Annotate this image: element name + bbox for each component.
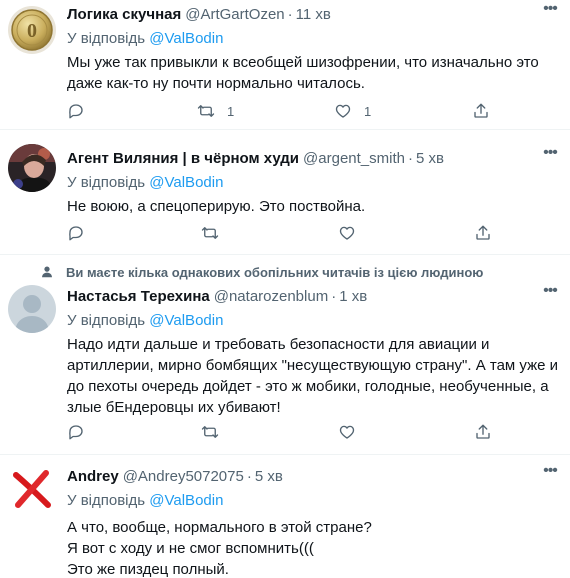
separator-dot: ·	[331, 288, 337, 305]
profile-photo-image	[8, 144, 56, 192]
reply-context: У відповідь @ValBodin	[67, 491, 560, 511]
timestamp[interactable]: 1 хв	[339, 287, 367, 307]
heart-icon	[339, 425, 355, 439]
reply-prefix: У відповідь	[67, 312, 146, 329]
person-icon	[42, 266, 52, 278]
reply-bubble-icon	[69, 104, 83, 119]
social-context-text: Ви маєте кілька однакових обопільних чит…	[66, 264, 484, 280]
author-handle[interactable]: @ArtGartOzen	[185, 5, 284, 25]
reply-button[interactable]	[67, 99, 85, 123]
author-handle[interactable]: @argent_smith	[303, 149, 405, 169]
more-dots-icon[interactable]: •••	[540, 145, 560, 167]
share-icon	[476, 225, 490, 240]
author-name[interactable]: Агент Виляния | в чёрном худи	[67, 149, 299, 169]
reply-prefix: У відповідь	[67, 492, 146, 509]
reply-prefix: У відповідь	[67, 174, 146, 191]
heart-icon	[339, 226, 355, 240]
tweet-text-line: Это же пиздец полный.	[67, 561, 229, 578]
tweet-text-line: даже как-то ну почти нормально читалось.	[67, 75, 365, 92]
tweet-text-line: А что, вообще, нормального в этой стране…	[67, 519, 372, 536]
coin-avatar-image: 0	[8, 6, 56, 54]
reply-prefix: У відповідь	[67, 30, 146, 47]
retweet-button[interactable]	[201, 420, 219, 444]
separator-dot: ·	[407, 150, 413, 167]
tweet-header: Агент Виляния | в чёрном худи @argent_sm…	[67, 149, 560, 169]
more-dots-icon[interactable]: •••	[540, 1, 560, 23]
timestamp[interactable]: 5 хв	[255, 467, 283, 487]
separator-dot: ·	[287, 6, 293, 23]
like-button[interactable]	[338, 420, 356, 444]
reply-context: У відповідь @ValBodin	[67, 29, 560, 49]
tweet-text-line: до пехоты очередь дойдет - это ж мобики,…	[67, 378, 549, 395]
retweet-icon	[201, 426, 219, 438]
heart-icon	[335, 104, 351, 118]
tweet-text-line: Я вот с ходу и не смог вспомнить(((	[67, 540, 314, 557]
reply-context: У відповідь @ValBodin	[67, 173, 560, 193]
retweet-count: 1	[227, 103, 235, 119]
tweet-text: Не воюю, а спецоперирую. Это поствойна.	[67, 196, 560, 217]
tweet[interactable]: Andrey @Andrey5072075 · 5 хв ••• У відпо…	[0, 455, 570, 578]
tweet-header: Логика скучная @ArtGartOzen · 11 хв	[67, 5, 560, 25]
social-context: Ви маєте кілька однакових обопільних чит…	[40, 263, 483, 281]
like-button[interactable]: 1	[334, 99, 371, 123]
reply-mention-link[interactable]: @ValBodin	[149, 30, 223, 47]
red-x-icon	[8, 465, 56, 513]
retweet-button[interactable]: 1	[197, 99, 234, 123]
separator-dot: ·	[246, 468, 252, 485]
avatar[interactable]	[8, 465, 56, 513]
tweet-text-line: Не воюю, а спецоперирую. Это поствойна.	[67, 198, 366, 215]
avatar[interactable]	[8, 144, 56, 192]
author-handle[interactable]: @natarozenblum	[214, 287, 328, 307]
share-icon	[476, 424, 490, 439]
tweet-header: Настасья Терехина @natarozenblum · 1 хв	[67, 287, 560, 307]
avatar[interactable]: 0	[8, 6, 56, 54]
reply-button[interactable]	[67, 221, 85, 245]
retweet-button[interactable]	[201, 221, 219, 245]
tweet-text: Мы уже так привыкли к всеобщей шизофрени…	[67, 52, 560, 94]
reply-mention-link[interactable]: @ValBodin	[149, 312, 223, 329]
tweet-text: Надо идти дальше и требовать безопасност…	[67, 334, 560, 418]
tweet-header: Andrey @Andrey5072075 · 5 хв	[67, 467, 560, 487]
tweet-text-line: злые бЕндеровцы их убивают!	[67, 399, 281, 416]
author-handle[interactable]: @Andrey5072075	[123, 467, 244, 487]
share-button[interactable]	[474, 420, 492, 444]
reply-mention-link[interactable]: @ValBodin	[149, 174, 223, 191]
retweet-icon	[197, 105, 215, 117]
like-count: 1	[364, 103, 372, 119]
tweet[interactable]: 0 Логика скучная @ArtGartOzen · 11 хв ••…	[0, 0, 570, 130]
share-icon	[474, 103, 488, 118]
timestamp[interactable]: 5 хв	[416, 149, 444, 169]
more-dots-icon[interactable]: •••	[540, 283, 560, 305]
reply-bubble-icon	[69, 425, 83, 440]
reply-button[interactable]	[67, 420, 85, 444]
reply-context: У відповідь @ValBodin	[67, 311, 560, 331]
tweet-text-line: Мы уже так привыкли к всеобщей шизофрени…	[67, 54, 539, 71]
more-dots-icon[interactable]: •••	[540, 463, 560, 485]
svg-text:0: 0	[27, 20, 37, 42]
avatar[interactable]	[8, 285, 56, 333]
tweet[interactable]: Агент Виляния | в чёрном худи @argent_sm…	[0, 130, 570, 255]
tweet-text-line: артиллерии, мирно бомбящих "несуществующ…	[67, 357, 559, 374]
author-name[interactable]: Andrey	[67, 467, 119, 487]
share-button[interactable]	[472, 99, 490, 123]
tweet-text: А что, вообще, нормального в этой стране…	[67, 517, 560, 578]
default-avatar-image	[8, 285, 56, 333]
timestamp[interactable]: 11 хв	[296, 5, 331, 25]
reply-bubble-icon	[69, 226, 83, 241]
share-button[interactable]	[474, 221, 492, 245]
author-name[interactable]: Логика скучная	[67, 5, 181, 25]
like-button[interactable]	[338, 221, 356, 245]
tweet-text-line: Надо идти дальше и требовать безопасност…	[67, 336, 490, 353]
author-name[interactable]: Настасья Терехина	[67, 287, 210, 307]
retweet-icon	[201, 227, 219, 239]
reply-mention-link[interactable]: @ValBodin	[149, 492, 223, 509]
